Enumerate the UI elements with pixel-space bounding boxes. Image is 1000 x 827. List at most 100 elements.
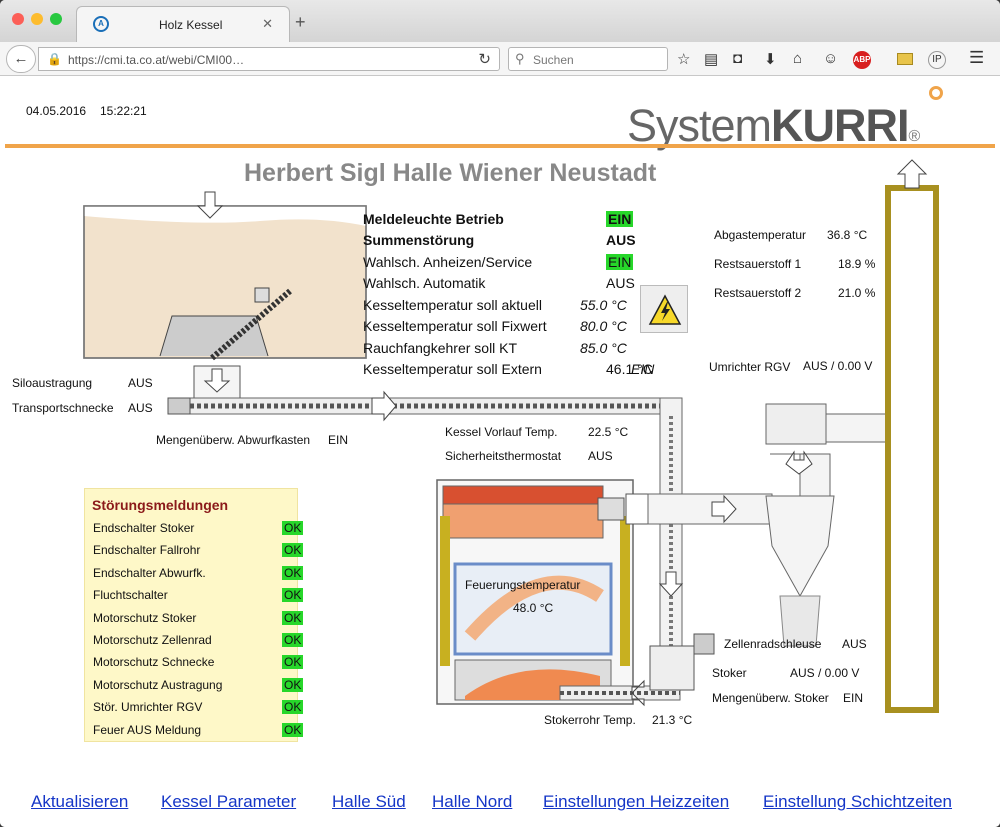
stoerung-ok-badge: OK [282, 722, 304, 737]
status-label: Kesseltemperatur soll Extern [363, 361, 542, 377]
status-label: Summenstörung [363, 232, 475, 248]
stoerung-label: Motorschutz Zellenrad [93, 633, 212, 647]
maximize-window-icon[interactable] [50, 13, 62, 25]
close-window-icon[interactable] [12, 13, 24, 25]
home-icon[interactable]: ⌂ [793, 50, 802, 67]
menu-icon[interactable]: ☰ [969, 48, 984, 68]
stoerung-ok-badge: OK [282, 677, 304, 692]
tab-bar: A Holz Kessel ✕ + [0, 0, 1000, 42]
reading-list-icon[interactable]: ▤ [704, 50, 718, 68]
vorlauf-label: Kessel Vorlauf Temp. [445, 425, 558, 439]
footer-link[interactable]: Halle Nord [432, 792, 512, 812]
status-value: 80.0 °C [580, 318, 627, 334]
transport-label: Transportschnecke [12, 401, 114, 415]
page-content: 04.05.2016 15:22:21 SystemKURRI® Herbert… [0, 76, 1000, 827]
status-label: Kesseltemperatur soll Fixwert [363, 318, 547, 334]
stoerung-ok-badge: OK [282, 543, 304, 558]
status-value: AUS [606, 275, 635, 291]
search-input[interactable]: ⚲ Suchen [508, 47, 668, 71]
chimney [885, 185, 939, 713]
exhaust-label: Restsauerstoff 1 [714, 257, 802, 271]
stoerung-label: Stör. Umrichter RGV [93, 700, 203, 715]
exhaust-value: 36.8 °C [827, 228, 868, 242]
stoerung-label: Fluchtschalter [93, 588, 168, 603]
bookmark-star-icon[interactable]: ☆ [677, 50, 690, 68]
smiley-icon[interactable]: ☺ [823, 50, 838, 67]
stoerung-label: Feuer AUS Meldung [93, 722, 202, 737]
pocket-icon[interactable]: ◘ [733, 50, 742, 67]
footer-link[interactable]: Aktualisieren [31, 792, 128, 812]
vorlauf-value: 22.5 °C [588, 425, 629, 439]
lock-icon: 🔒 [47, 52, 62, 66]
stoerung-ok-badge: OK [282, 588, 304, 603]
extension-icon[interactable] [897, 53, 913, 65]
back-button[interactable]: ← [6, 45, 36, 73]
footer-link[interactable]: Halle Süd [332, 792, 406, 812]
warning-indicator[interactable] [640, 285, 688, 333]
transport-value: AUS [128, 401, 153, 415]
stoerung-label: Endschalter Abwurfk. [93, 565, 206, 580]
stoerung-label: Motorschutz Schnecke [93, 655, 215, 670]
exhaust-label: Restsauerstoff 2 [714, 286, 802, 300]
new-tab-icon[interactable]: + [295, 12, 306, 33]
stokerrohr-value: 21.3 °C [652, 713, 693, 727]
url-text: https://cmi.ta.co.at/webi/CMI00… [68, 53, 245, 67]
status-label: Rauchfangkehrer soll KT [363, 340, 518, 356]
warning-triangle-icon [648, 294, 682, 325]
navigation-bar: ← 🔒 https://cmi.ta.co.at/webi/CMI00… ↻ ⚲… [0, 42, 1000, 76]
zellrad-value: AUS [842, 637, 867, 651]
stoerungen-title: Störungsmeldungen [92, 497, 229, 513]
footer-link[interactable]: Kessel Parameter [161, 792, 296, 812]
rgv-label: Umrichter RGV [709, 360, 791, 374]
status-label: Meldeleuchte Betrieb [363, 211, 504, 227]
feuer-label: Feuerungstemperatur [465, 578, 581, 592]
tab-close-icon[interactable]: ✕ [262, 16, 273, 32]
search-icon: ⚲ [515, 51, 525, 66]
stoerung-ok-badge: OK [282, 610, 304, 625]
silo-label: Siloaustragung [12, 376, 93, 390]
status-value: 85.0 °C [580, 340, 627, 356]
stoerung-ok-badge: OK [282, 700, 304, 715]
zellrad-label: Zellenradschleuse [724, 637, 822, 651]
zellenradschleuse [649, 645, 695, 691]
stoerung-ok-badge: OK [282, 633, 304, 647]
address-bar[interactable]: 🔒 https://cmi.ta.co.at/webi/CMI00… ↻ [38, 47, 500, 71]
reload-icon[interactable]: ↻ [478, 50, 491, 68]
ip-icon[interactable]: IP [928, 51, 946, 69]
abwurf-label: Mengenüberw. Abwurfkasten [156, 433, 311, 447]
cyclone [765, 495, 835, 598]
browser-window: A Holz Kessel ✕ + ← 🔒 https://cmi.ta.co.… [0, 0, 1000, 827]
status-label: Wahlsch. Automatik [363, 275, 486, 291]
stoerungen-panel: Störungsmeldungen Endschalter Stoker OK En… [84, 488, 304, 742]
browser-tab[interactable]: A Holz Kessel ✕ [76, 6, 290, 42]
stb-label: Sicherheitsthermostat [445, 449, 562, 463]
adblock-icon[interactable]: ABP [853, 51, 871, 69]
downloads-icon[interactable]: ⬇ [764, 50, 777, 68]
status-label: Wahlsch. Anheizen/Service [363, 254, 533, 270]
stoker-label: Stoker [712, 666, 747, 680]
exhaust-value: 18.9 % [838, 257, 876, 271]
mstoker-label: Mengenüberw. Stoker [712, 691, 829, 705]
stoerung-label: Motorschutz Austragung [93, 677, 223, 692]
minimize-window-icon[interactable] [31, 13, 43, 25]
status-value: 55.0 °C [580, 297, 627, 313]
stoker-value: AUS / 0.00 V [790, 666, 860, 680]
rgv-fan [765, 403, 827, 445]
search-placeholder: Suchen [533, 53, 574, 67]
exhaust-label: Abgastemperatur [714, 228, 807, 242]
status-value-extra: EIN [631, 361, 655, 377]
status-value: EIN [606, 254, 634, 270]
footer-link[interactable]: Einstellungen Heizzeiten [543, 792, 729, 812]
stoerung-label: Motorschutz Stoker [93, 610, 197, 625]
stoerung-ok-badge: OK [282, 565, 304, 580]
silo-value: AUS [128, 376, 153, 390]
status-label: Kesseltemperatur soll aktuell [363, 297, 542, 313]
stb-value: AUS [588, 449, 613, 463]
stoerung-label: Endschalter Fallrohr [93, 543, 201, 558]
stokerrohr-label: Stokerrohr Temp. [544, 713, 636, 727]
tab-title: Holz Kessel [159, 18, 223, 32]
mstoker-value: EIN [843, 691, 864, 705]
footer-link[interactable]: Einstellung Schichtzeiten [763, 792, 952, 812]
stoerung-label: Endschalter Stoker [93, 521, 195, 535]
stoerung-ok-badge: OK [282, 521, 304, 535]
